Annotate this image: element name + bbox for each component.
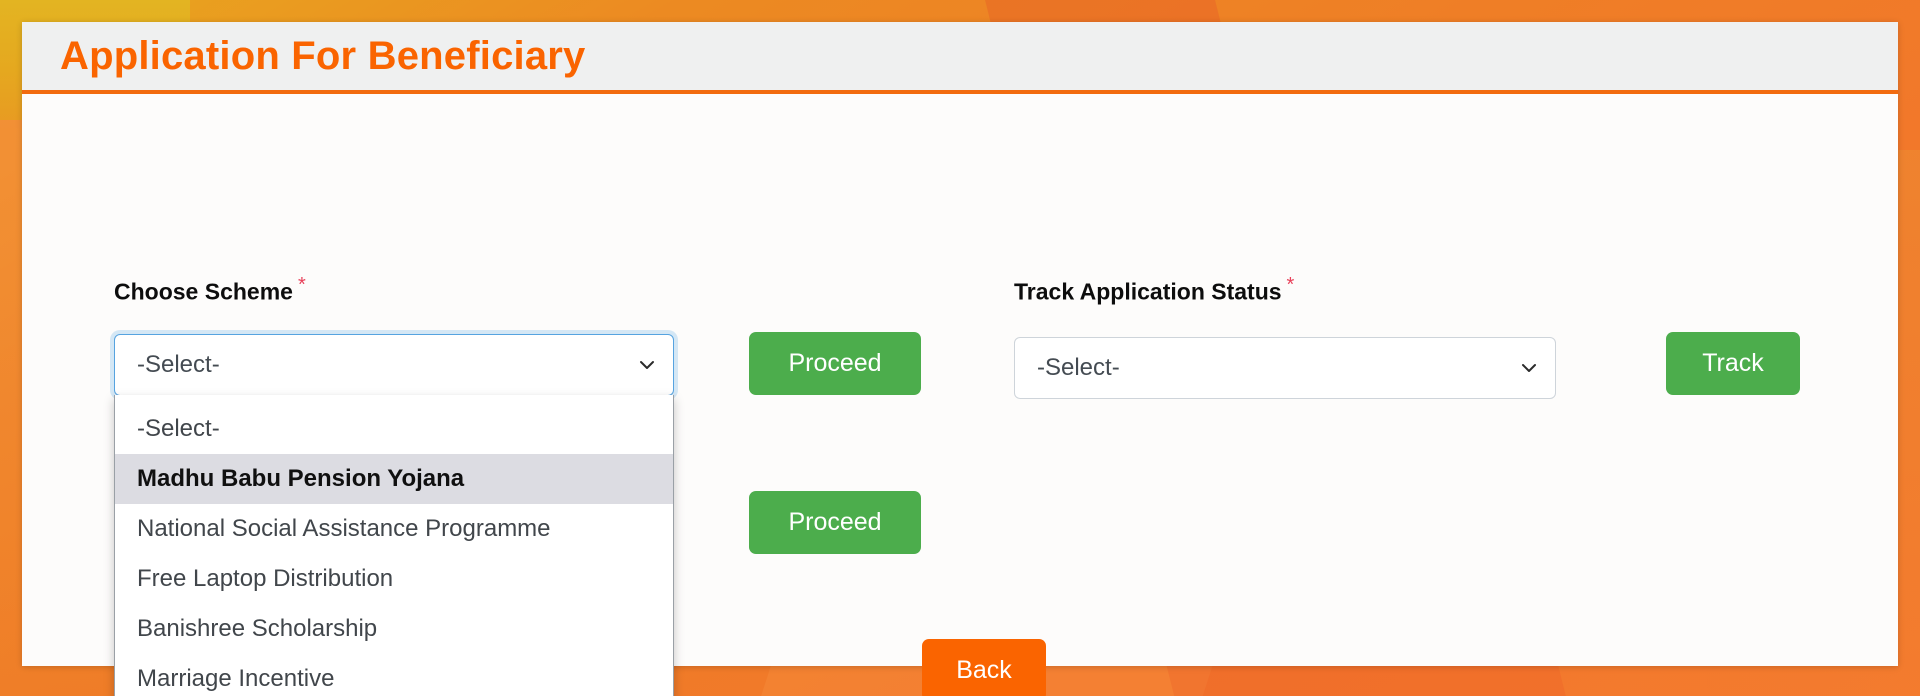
dropdown-option[interactable]: Free Laptop Distribution — [115, 554, 673, 604]
track-status-label: Track Application Status * — [1014, 274, 1294, 306]
dropdown-option[interactable]: Banishree Scholarship — [115, 604, 673, 654]
dropdown-option-label: Marriage Incentive — [137, 665, 335, 692]
dropdown-option-label: Madhu Babu Pension Yojana — [137, 465, 465, 492]
proceed-scheme-button[interactable]: Proceed — [749, 332, 921, 395]
dropdown-option[interactable]: Marriage Incentive — [115, 654, 673, 696]
choose-scheme-required-marker: * — [297, 274, 306, 296]
dropdown-option-label: Free Laptop Distribution — [137, 565, 394, 592]
track-status-required-marker: * — [1286, 274, 1295, 296]
dropdown-option[interactable]: National Social Assistance Programme — [115, 504, 673, 554]
dropdown-option-label: National Social Assistance Programme — [137, 515, 551, 542]
choose-scheme-selected-value: -Select- — [137, 351, 220, 378]
track-button[interactable]: Track — [1666, 332, 1800, 395]
track-status-select[interactable]: -Select- — [1014, 337, 1556, 399]
page-title: Application For Beneficiary — [60, 34, 586, 78]
dropdown-option[interactable]: Madhu Babu Pension Yojana — [115, 454, 673, 504]
dropdown-option-label: -Select- — [137, 415, 220, 442]
choose-scheme-label: Choose Scheme * — [114, 274, 306, 306]
track-status-label-text: Track Application Status — [1014, 278, 1282, 305]
proceed-track-button[interactable]: Proceed — [749, 491, 921, 554]
chevron-down-icon — [637, 355, 657, 375]
choose-scheme-select[interactable]: -Select- — [114, 334, 674, 396]
application-card: Application For Beneficiary Choose Schem… — [22, 22, 1898, 696]
card-header: Application For Beneficiary — [22, 22, 1898, 94]
track-status-selected-value: -Select- — [1037, 354, 1120, 381]
dropdown-option-label: Banishree Scholarship — [137, 615, 378, 642]
choose-scheme-label-text: Choose Scheme — [114, 278, 293, 305]
card-body: Choose Scheme * -Select- Track Applicatio… — [22, 94, 1898, 696]
back-button[interactable]: Back — [922, 639, 1046, 696]
choose-scheme-dropdown-menu[interactable]: -Select- Madhu Babu Pension Yojana Nationa… — [114, 395, 674, 696]
page-root: Application For Beneficiary Choose Schem… — [0, 0, 1920, 696]
dropdown-option[interactable]: -Select- — [115, 404, 673, 454]
chevron-down-icon — [1519, 358, 1539, 378]
